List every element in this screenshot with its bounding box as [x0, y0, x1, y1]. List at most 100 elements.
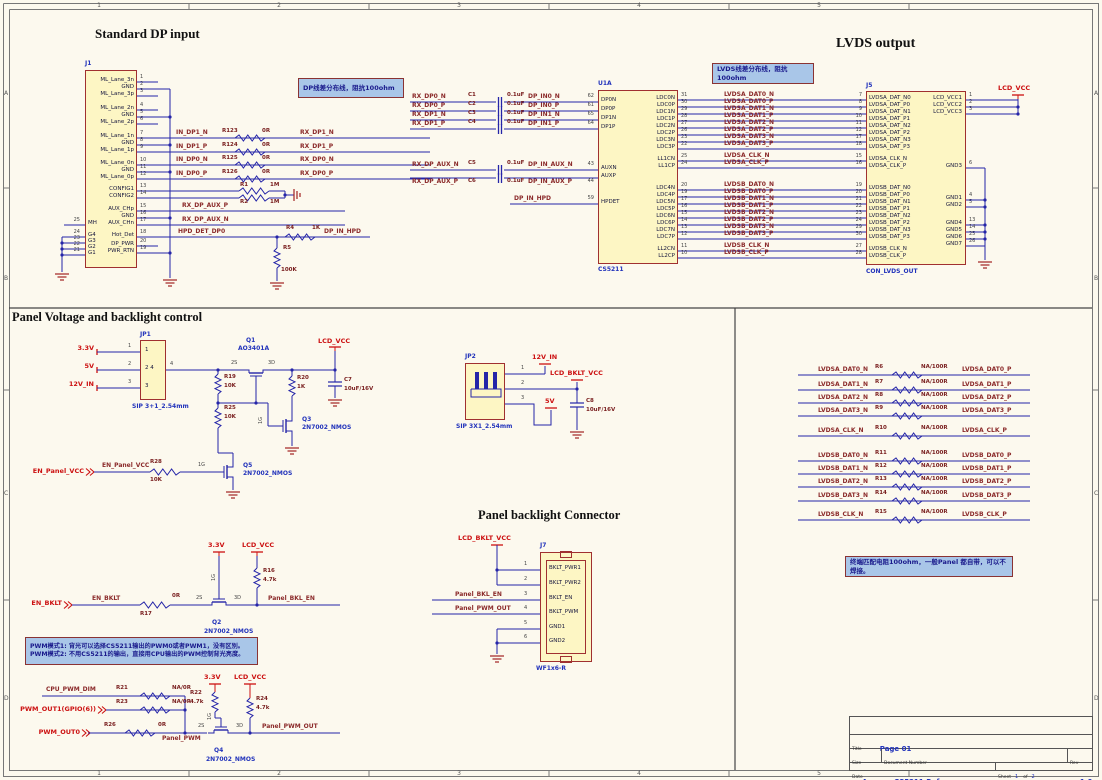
resistor-ref: R17: [140, 612, 152, 618]
net-label: IN_DP0_N: [176, 157, 208, 163]
net-label: Panel_PWM: [162, 736, 201, 742]
resistor-value: NA/100R: [921, 464, 948, 470]
resistor-value: 4.7k: [190, 700, 203, 706]
resistor-ref: R28: [150, 460, 162, 466]
capacitor-ref: C3: [468, 111, 476, 117]
pin-number: 44: [572, 179, 594, 184]
j5-part-number: CON_LVDS_OUT: [866, 269, 918, 275]
pin-number: 21: [844, 197, 862, 202]
net-label: IN_DP0_P: [176, 171, 207, 177]
title-block-empty-row: [850, 717, 1092, 735]
pin-label: DP1N: [601, 116, 616, 122]
net-label: DP_IN_HPD: [514, 196, 551, 202]
pin-label: ML_Lane_0p: [87, 175, 134, 181]
j7-part-number: WF1x6-R: [536, 666, 566, 672]
frame-column-number: 1: [93, 771, 105, 777]
pin-number: 24: [681, 161, 687, 166]
pin-label: BKLT_PWR1: [549, 566, 581, 572]
pin-number: 7: [844, 93, 862, 98]
pin-number: 17: [681, 197, 687, 202]
resistor-ref: R24: [256, 697, 268, 703]
pin-label: LVDSB_DAT_N1: [869, 200, 911, 206]
net-label: LVDSA_DAT0_P: [962, 367, 1011, 373]
pin-number: 22: [844, 204, 862, 209]
resistor-ref: R5: [283, 246, 291, 252]
power-net-label: 12V_IN: [532, 354, 557, 361]
pin-label: LCD_VCC2: [914, 103, 962, 109]
pin-label: AUXP: [601, 174, 616, 180]
pin-label: LDC5P: [627, 207, 675, 213]
net-label: Panel_BKL_EN: [455, 592, 502, 598]
resistor-ref: R25: [224, 406, 236, 412]
pin-number: 24: [844, 218, 862, 223]
pin-label: DP0P: [601, 107, 615, 113]
pin-number: 2: [521, 381, 524, 386]
pin-number: 23: [681, 135, 687, 140]
frame-row-letter: C: [4, 491, 8, 497]
pin-label: LVDSA_DAT_P2: [869, 131, 910, 137]
resistor-ref: R22: [190, 691, 202, 697]
pin-number: 4: [140, 103, 143, 108]
pin-number: 15: [140, 204, 146, 209]
pin-label: 3D: [236, 724, 243, 729]
resistor-ref: R26: [104, 723, 116, 729]
pin-label: ML_Lane_2p: [87, 120, 134, 126]
frame-row-letter: D: [1094, 696, 1099, 702]
pin-number: 59: [572, 196, 594, 201]
pin-number: 28: [681, 114, 687, 119]
pin-label: LVDSA_DAT_P3: [869, 145, 910, 151]
q4-part-number: 2N7002_NMOS: [206, 757, 255, 763]
power-net-label: 12V_IN: [52, 381, 94, 388]
q3-part-number: 2N7002_NMOS: [302, 425, 351, 431]
pin-number: 29: [681, 107, 687, 112]
pin-label: BKLT_PWM: [549, 610, 578, 616]
schematic-canvas: 1122334455AABBCCDDJ11ML_Lane_3n2GND3ML_L…: [0, 0, 1102, 780]
pin-label: LDC7P: [627, 235, 675, 241]
pin-label: 1: [145, 348, 149, 354]
pin-label: LDC3N: [627, 138, 675, 144]
pin-label: GND: [87, 141, 134, 147]
pin-number: 3: [969, 107, 972, 112]
pin-number: 6: [140, 117, 143, 122]
port-label: PWM_OUT1(GPIO(6)): [16, 706, 96, 713]
pin-number: 20: [681, 183, 687, 188]
net-label: DP_IN_AUX_N: [528, 162, 573, 168]
j7-refdes: J7: [540, 543, 546, 549]
pin-number: 28: [844, 251, 862, 256]
pin-number: 8: [844, 100, 862, 105]
pin-number: 15: [844, 154, 862, 159]
pin-label: AUX_CHp: [87, 207, 134, 213]
resistor-value: 0R: [262, 156, 270, 162]
pin-number: 61: [572, 103, 594, 108]
pin-number: 64: [572, 121, 594, 126]
pin-label: LDC2P: [627, 131, 675, 137]
power-net-label: LCD_VCC: [998, 85, 1030, 92]
net-label: LVDSB_DAT2_P: [962, 479, 1011, 485]
resistor-value: 4.7k: [263, 578, 276, 584]
net-label: DP_IN0_N: [528, 94, 560, 100]
frame-row-letter: A: [1094, 91, 1098, 97]
q4-refdes: Q4: [214, 748, 223, 754]
net-label: RX_DP0_N: [412, 94, 446, 100]
q1-part-number: AO3401A: [238, 346, 269, 352]
frame-row-letter: A: [4, 91, 8, 97]
frame-row-letter: B: [1094, 276, 1098, 282]
title-block-date-row: Date Sheet1of2: [850, 763, 1092, 770]
pin-number: 27: [844, 244, 862, 249]
pin-label: 3D: [234, 596, 241, 601]
pin-label: LDC0P: [627, 103, 675, 109]
frame-row-letter: C: [1094, 491, 1098, 497]
pin-label: GND: [87, 113, 134, 119]
net-label: LVDSA_DAT3_N: [818, 408, 868, 414]
capacitor-value: 0.1uF: [507, 161, 524, 167]
pin-label: LVDSA_DAT_P1: [869, 117, 910, 123]
pin-label: GND: [87, 85, 134, 91]
net-label: Panel_BKL_EN: [268, 596, 315, 602]
j5-refdes: J5: [866, 83, 872, 89]
pin-number: 62: [572, 94, 594, 99]
pin-number: 1: [140, 75, 143, 80]
pin-label: GND1: [914, 196, 962, 202]
net-label: RX_DP0_N: [300, 157, 334, 163]
frame-column-number: 5: [813, 771, 825, 777]
port-label: PWM_OUT0: [36, 729, 80, 736]
